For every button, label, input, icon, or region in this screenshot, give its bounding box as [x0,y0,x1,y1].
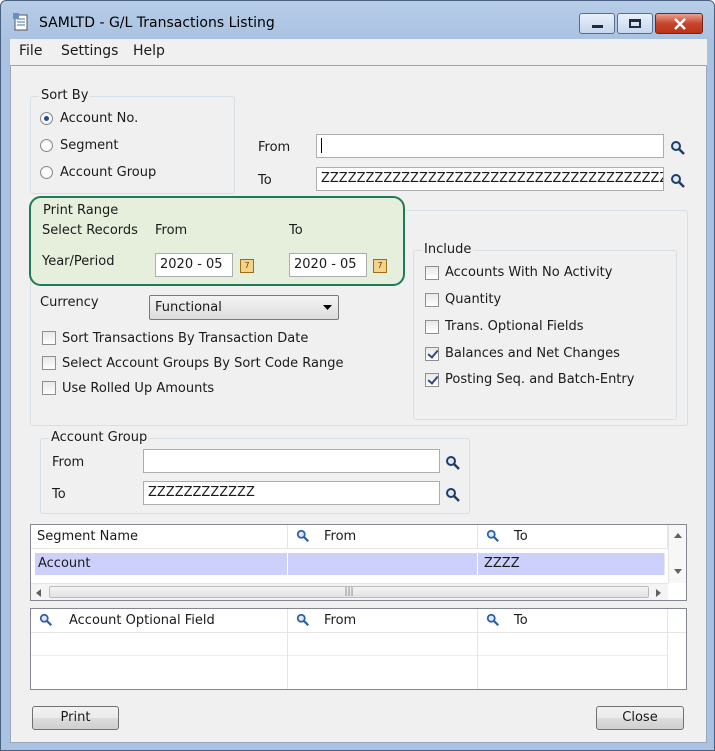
optional-to-header-label: To [514,613,528,628]
segment-from-header[interactable]: From [288,525,478,549]
optional-from-header[interactable]: From [288,609,478,633]
segment-to-header[interactable]: To [478,525,668,549]
close-window-button[interactable] [655,13,703,34]
menu-help[interactable]: Help [133,43,165,59]
minimize-icon [592,25,603,28]
table-row[interactable]: Account ZZZZ [35,553,665,575]
radio-account-group[interactable] [40,166,53,179]
search-icon[interactable] [296,529,310,543]
segment-name-header[interactable]: Segment Name [31,525,288,549]
print-button[interactable]: Print [32,706,119,730]
use-rolled-up-label: Use Rolled Up Amounts [62,381,215,396]
optional-grid-header: Account Optional Field From To [31,609,686,633]
scroll-right-icon[interactable] [656,589,661,597]
accounts-no-activity-label: Accounts With No Activity [445,265,613,280]
posting-seq-batch-entry-label: Posting Seq. and Batch-Entry [445,372,635,387]
optional-to-header[interactable]: To [478,609,668,633]
sort-by-label: Sort By [39,88,91,103]
scroll-up-icon[interactable] [674,533,682,538]
main-panel: Sort By Account No. Segment Account Grou… [10,65,707,743]
account-group-to-input[interactable]: ZZZZZZZZZZZZ [143,481,440,505]
close-icon [674,18,686,30]
sort-to-label: To [258,173,272,188]
radio-account-no-label: Account No. [60,111,139,126]
radio-segment-label: Segment [60,138,119,153]
account-group-to-label: To [52,487,66,502]
trans-optional-fields-checkbox[interactable] [425,320,439,334]
search-icon[interactable] [445,455,461,471]
optional-field-header[interactable]: Account Optional Field [31,609,288,633]
segment-from-cell[interactable] [288,553,478,575]
segment-from-header-label: From [324,529,357,544]
maximize-button[interactable] [617,13,653,34]
menu-settings[interactable]: Settings [61,43,118,59]
scroll-left-icon[interactable] [36,589,41,597]
radio-account-group-label: Account Group [60,165,157,180]
app-icon [13,13,28,31]
segment-name-cell[interactable]: Account [35,553,288,575]
sort-to-input[interactable]: ZZZZZZZZZZZZZZZZZZZZZZZZZZZZZZZZZZZZZZZZ… [316,167,664,191]
calendar-icon[interactable]: 7 [240,259,254,273]
radio-account-no[interactable] [40,112,53,125]
select-records-label: Select Records [42,223,138,238]
search-icon[interactable] [486,613,500,627]
trans-optional-fields-label: Trans. Optional Fields [445,319,584,334]
search-icon[interactable] [670,173,686,189]
sort-from-label: From [258,140,291,155]
print-range-label: Print Range [43,203,119,218]
use-rolled-up-checkbox[interactable] [42,381,56,395]
sort-by-trans-date-checkbox[interactable] [42,331,56,345]
calendar-icon[interactable]: 7 [373,259,387,273]
maximize-icon [629,19,641,28]
account-group-from-label: From [52,455,85,470]
optional-field-header-label: Account Optional Field [69,613,215,628]
sort-by-trans-date-label: Sort Transactions By Transaction Date [62,331,309,346]
horizontal-scrollbar[interactable]: ||| [31,583,668,600]
sort-from-input[interactable] [316,134,664,158]
accounts-no-activity-checkbox[interactable] [425,266,439,280]
include-label: Include [422,242,474,257]
segment-to-header-label: To [514,529,528,544]
year-period-label: Year/Period [42,254,115,269]
grid-body-lines [31,609,686,689]
chevron-down-icon [323,305,332,310]
account-group-label: Account Group [49,430,150,445]
segment-to-cell[interactable]: ZZZZ [478,553,665,575]
window-title: SAMLTD - G/L Transactions Listing [39,15,275,31]
select-groups-sort-code-label: Select Account Groups By Sort Code Range [62,356,344,371]
minimize-button[interactable] [579,13,615,34]
search-icon[interactable] [445,487,461,503]
year-period-to-input[interactable]: 2020 - 05 [289,253,367,277]
radio-segment[interactable] [40,139,53,152]
print-range-to-label: To [289,223,303,238]
close-button[interactable]: Close [596,706,684,730]
year-period-from-input[interactable]: 2020 - 05 [155,253,233,277]
search-icon[interactable] [670,140,686,156]
title-bar[interactable]: SAMLTD - G/L Transactions Listing [1,1,714,37]
balances-net-changes-checkbox[interactable] [425,347,439,361]
select-groups-sort-code-checkbox[interactable] [42,356,56,370]
segment-grid[interactable]: Segment Name From To Account ZZZZ ||| [30,524,687,601]
balances-net-changes-label: Balances and Net Changes [445,346,620,361]
segment-grid-header: Segment Name From To [31,525,668,549]
account-group-from-input[interactable] [143,449,440,473]
quantity-label: Quantity [445,292,502,307]
menu-bar: File Settings Help [10,39,707,65]
vertical-scrollbar[interactable] [668,525,686,583]
scroll-thumb[interactable]: ||| [49,586,649,598]
currency-select[interactable]: Functional [149,295,339,320]
optional-from-header-label: From [324,613,357,628]
scroll-down-icon[interactable] [674,569,682,574]
optional-field-grid[interactable]: Account Optional Field From To [30,608,687,690]
search-icon[interactable] [39,613,53,627]
currency-value: Functional [155,300,222,315]
posting-seq-batch-entry-checkbox[interactable] [425,373,439,387]
search-icon[interactable] [296,613,310,627]
print-range-from-label: From [155,223,188,238]
menu-file[interactable]: File [19,43,42,59]
search-icon[interactable] [486,529,500,543]
quantity-checkbox[interactable] [425,293,439,307]
application-window: SAMLTD - G/L Transactions Listing File S… [0,0,715,751]
currency-label: Currency [40,295,99,310]
